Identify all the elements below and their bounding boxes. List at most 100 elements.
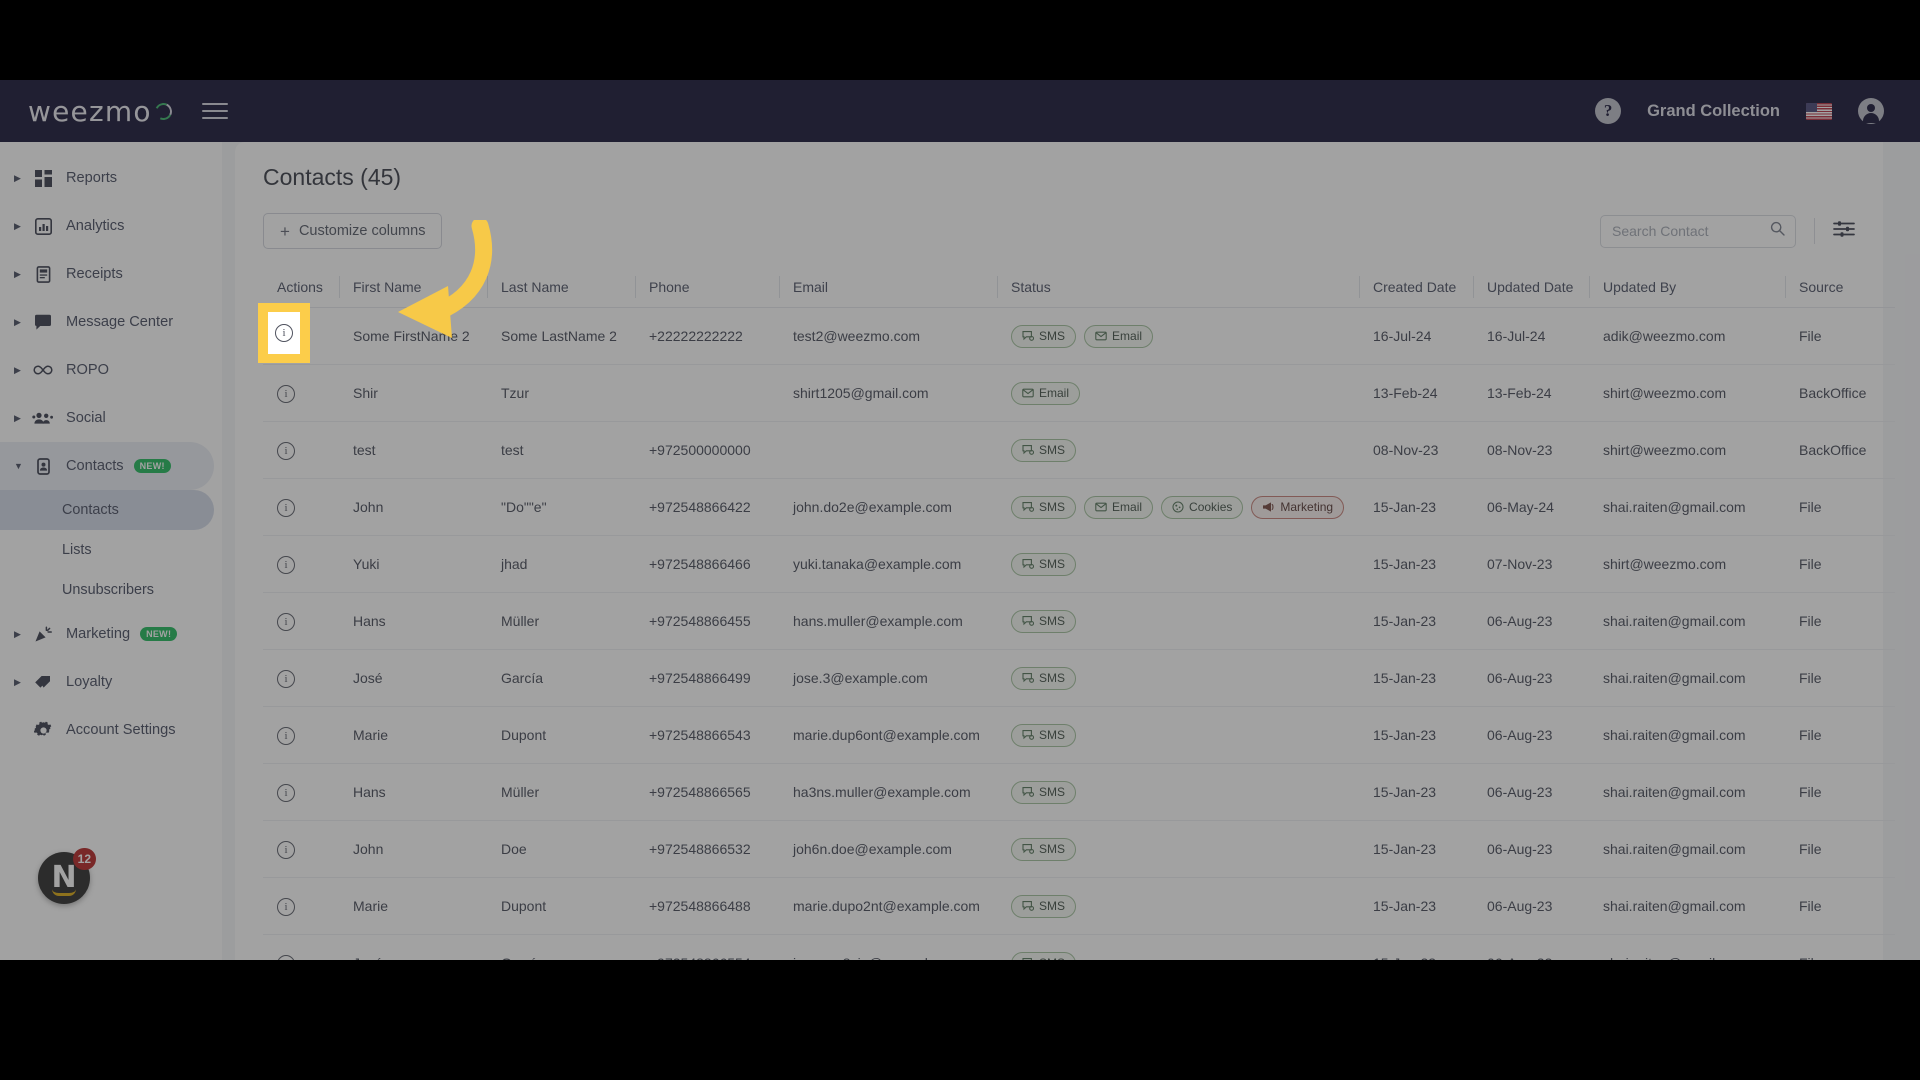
column-header-source[interactable]: Source <box>1785 267 1895 308</box>
sidebar-label: Loyalty <box>66 674 113 690</box>
table-row[interactable]: i Shir Tzur shirt1205@gmail.com Email 13-Feb-… <box>263 364 1895 422</box>
sidebar-subitem-contacts[interactable]: Contacts <box>0 490 214 530</box>
table-row[interactable]: i John "Do""e" +972548866422 john.do2e@examp… <box>263 478 1895 536</box>
row-actions-info-icon[interactable]: i <box>277 897 295 916</box>
search-contact-box[interactable] <box>1600 214 1796 248</box>
customize-columns-button[interactable]: + Customize columns <box>263 213 443 249</box>
app-logo[interactable]: weezmo <box>28 95 175 128</box>
table-row[interactable]: i test test +972500000000 SMS 08-Nov-23 08-Nov… <box>263 421 1895 479</box>
cell-email: hans.muller@example.com <box>779 592 997 650</box>
row-actions-info-icon[interactable]: i <box>277 498 295 517</box>
sidebar-subitem-label: Contacts <box>62 502 119 518</box>
column-header-email[interactable]: Email <box>779 267 997 308</box>
sidebar-item-reports[interactable]: ▶ Reports <box>0 154 222 202</box>
table-header-row: Actions First Name Last Name Phone Email… <box>263 267 1895 308</box>
cell-actions[interactable]: i <box>263 364 339 422</box>
table-row[interactable]: i Hans Müller +972548866565 ha3ns.muller@exa… <box>263 763 1895 821</box>
gear-icon <box>28 721 58 740</box>
table-toolbar: + Customize columns <box>263 213 1855 249</box>
cell-phone: +972500000000 <box>635 421 779 479</box>
row-actions-info-icon[interactable]: i <box>277 726 295 745</box>
cell-phone <box>635 364 779 422</box>
sidebar-item-loyalty[interactable]: ▶ Loyalty <box>0 658 222 706</box>
help-icon[interactable]: ? <box>1595 98 1622 124</box>
column-header-last-name[interactable]: Last Name <box>487 267 635 308</box>
sidebar-item-account-settings[interactable]: Account Settings <box>0 706 222 754</box>
status-chip-label: SMS <box>1039 329 1066 343</box>
cell-actions[interactable]: i <box>263 535 339 593</box>
sidebar-subitem-lists[interactable]: Lists <box>0 530 222 570</box>
row-actions-info-icon[interactable]: i <box>277 840 295 859</box>
hamburger-icon[interactable] <box>201 103 228 119</box>
column-header-updated-date[interactable]: Updated Date <box>1473 267 1589 308</box>
column-header-first-name[interactable]: First Name <box>339 267 487 308</box>
account-avatar-icon[interactable] <box>1858 98 1884 124</box>
top-bar: weezmo ? Grand Collection <box>0 80 1920 142</box>
cell-actions[interactable]: i <box>263 592 339 650</box>
cell-actions[interactable]: i <box>263 706 339 764</box>
sidebar-item-analytics[interactable]: ▶ Analytics <box>0 202 222 250</box>
cell-actions[interactable]: i <box>263 421 339 479</box>
cell-actions[interactable]: i <box>263 934 339 960</box>
cell-created-date: 15-Jan-23 <box>1359 535 1473 593</box>
table-row[interactable]: i José García +972548866499 jose.3@example.c… <box>263 649 1895 707</box>
cell-actions[interactable]: i <box>263 478 339 536</box>
application-viewport: weezmo ? Grand Collection ▶ Reports ▶ An… <box>0 80 1920 960</box>
status-chip-label: SMS <box>1039 557 1066 571</box>
status-chip-label: Cookies <box>1189 500 1233 514</box>
table-row[interactable]: i Some FirstName 2Some LastName 2+2222222… <box>263 307 1895 365</box>
sidebar-item-contacts[interactable]: ▼ Contacts NEW! <box>0 442 214 490</box>
table-row[interactable]: i Marie Dupont +972548866488 marie.dupo2nt@e… <box>263 877 1895 935</box>
chat-bubble-icon <box>28 314 58 331</box>
column-header-created-date[interactable]: Created Date <box>1359 267 1473 308</box>
cell-actions[interactable]: i <box>263 877 339 935</box>
row-actions-info-icon[interactable]: i <box>277 669 295 688</box>
chevron-right-icon: ▶ <box>14 628 21 639</box>
sidebar-item-receipts[interactable]: ▶ Receipts <box>0 250 222 298</box>
cell-updated-by: adik@weezmo.com <box>1589 307 1785 365</box>
row-actions-info-icon[interactable]: i <box>277 384 295 403</box>
us-flag-icon[interactable] <box>1806 102 1832 120</box>
sidebar-subitem-unsubscribers[interactable]: Unsubscribers <box>0 570 222 610</box>
sidebar-label: ROPO <box>66 362 109 378</box>
cell-first-name: Marie <box>339 877 487 935</box>
status-chip-sms: SMS <box>1011 951 1077 960</box>
cell-last-name: García <box>487 649 635 707</box>
status-chip-label: Email <box>1039 386 1070 400</box>
row-actions-info-icon[interactable]: i <box>275 324 293 342</box>
table-row[interactable]: i Hans Müller +972548866455 hans.muller@exam… <box>263 592 1895 650</box>
row-actions-info-icon[interactable]: i <box>277 954 295 960</box>
row-actions-info-icon[interactable]: i <box>277 555 295 574</box>
sidebar-label: Marketing <box>66 626 131 642</box>
contacts-card: Contacts (45) + Customize columns Search… <box>235 142 1895 960</box>
row-actions-info-icon[interactable]: i <box>277 612 295 631</box>
cell-phone: +972548866499 <box>635 649 779 707</box>
column-header-phone[interactable]: Phone <box>635 267 779 308</box>
cell-first-name: José <box>339 649 487 707</box>
cell-actions[interactable]: i <box>263 820 339 878</box>
column-header-updated-by[interactable]: Updated By <box>1589 267 1785 308</box>
cell-actions[interactable]: i <box>263 763 339 821</box>
search-input[interactable] <box>1612 223 1762 239</box>
sidebar-item-ropo[interactable]: ▶ ROPO <box>0 346 222 394</box>
cell-status: SMS <box>997 877 1359 935</box>
filter-sliders-icon[interactable] <box>1833 219 1855 244</box>
cell-updated-date: 06-May-24 <box>1473 478 1589 536</box>
sidebar-item-social[interactable]: ▶ Social <box>0 394 222 442</box>
toolbar-divider <box>1814 218 1815 244</box>
cell-phone: +972548866565 <box>635 763 779 821</box>
search-icon[interactable] <box>1770 221 1785 241</box>
table-row[interactable]: i Yuki jhad +972548866466 yuki.tanaka@exampl… <box>263 535 1895 593</box>
column-header-status[interactable]: Status <box>997 267 1359 308</box>
table-row[interactable]: i JoséGarcía+972548866554jose.gar8cia@exa… <box>263 934 1895 960</box>
cell-actions[interactable]: i <box>263 649 339 707</box>
sidebar-item-marketing[interactable]: ▶ Marketing NEW! <box>0 610 222 658</box>
table-row[interactable]: i John Doe +972548866532 joh6n.doe@example.c… <box>263 820 1895 878</box>
table-row[interactable]: i Marie Dupont +972548866543 marie.dup6ont@e… <box>263 706 1895 764</box>
row-actions-info-icon[interactable]: i <box>277 783 295 802</box>
support-widget-button[interactable]: N 12 <box>38 848 96 904</box>
row-actions-info-icon[interactable]: i <box>277 441 295 460</box>
sidebar-item-message-center[interactable]: ▶ Message Center <box>0 298 222 346</box>
column-header-actions[interactable]: Actions <box>263 267 339 308</box>
cell-email: jose.3@example.com <box>779 649 997 707</box>
